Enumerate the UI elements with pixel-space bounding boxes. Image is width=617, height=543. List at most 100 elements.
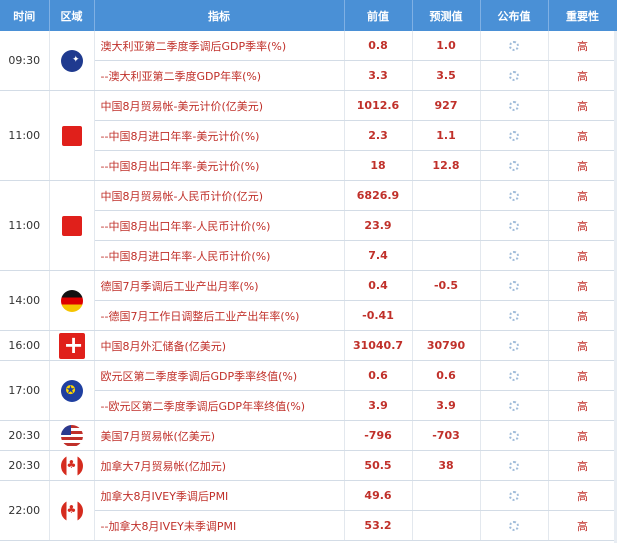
loading-spinner-icon — [509, 311, 519, 321]
actual-value — [480, 90, 549, 121]
table-row[interactable]: 16:00 中国8月外汇储备(亿美元)31040.730790 高 — [0, 330, 617, 361]
region-cell — [49, 90, 95, 181]
event-time: 20:30 — [0, 420, 50, 451]
previous-value: 0.6 — [344, 360, 413, 391]
previous-value: 49.6 — [344, 480, 413, 511]
usa-flag-icon — [60, 424, 83, 447]
region-cell — [49, 420, 95, 451]
indicator-name[interactable]: --欧元区第二季度季调后GDP年率终值(%) — [94, 390, 345, 421]
table-row[interactable]: 11:00 中国8月贸易帐-人民币计价(亿元) 6826.9 高 — [0, 180, 617, 271]
forecast-value — [412, 180, 481, 211]
actual-value — [480, 450, 549, 481]
importance-level: 高 — [548, 270, 617, 301]
previous-value: -0.41 — [344, 300, 413, 331]
importance-level: 高 — [548, 330, 617, 361]
forecast-value: 3.5 — [412, 60, 481, 91]
forecast-value: 12.8 — [412, 150, 481, 181]
actual-value — [480, 31, 549, 61]
indicator-name[interactable]: --中国8月进口年率-美元计价(%) — [94, 120, 345, 151]
header-forecast[interactable]: 预测值 — [412, 0, 481, 31]
table-row[interactable]: 11:00 中国8月贸易帐-美元计价(亿美元) 1012.6 927 高 — [0, 90, 617, 181]
indicator-name[interactable]: --中国8月进口年率-人民币计价(%) — [94, 240, 345, 271]
importance-level: 高 — [548, 210, 617, 241]
china-flag-icon — [61, 215, 82, 236]
indicator-name[interactable]: --澳大利亚第二季度GDP年率(%) — [94, 60, 345, 91]
event-time: 11:00 — [0, 90, 50, 181]
importance-level: 高 — [548, 60, 617, 91]
loading-spinner-icon — [509, 131, 519, 141]
actual-value — [480, 60, 549, 91]
forecast-value: -0.5 — [412, 270, 481, 301]
importance-level: 高 — [548, 480, 617, 511]
indicator-name[interactable]: 欧元区第二季度季调后GDP季率终值(%) — [94, 360, 345, 391]
forecast-value — [412, 480, 481, 511]
previous-value: 6826.9 — [344, 180, 413, 211]
loading-spinner-icon — [509, 41, 519, 51]
previous-value: 7.4 — [344, 240, 413, 271]
table-row[interactable]: 14:00 德国7月季调后工业产出月率(%) 0.4 -0.5 高 — [0, 270, 617, 331]
actual-value — [480, 270, 549, 301]
table-row[interactable]: 20:30 加拿大7月贸易帐(亿加元)50.538 高 — [0, 450, 617, 481]
importance-level: 高 — [548, 390, 617, 421]
forecast-value: 1.1 — [412, 120, 481, 151]
region-cell — [49, 330, 95, 361]
importance-level: 高 — [548, 120, 617, 151]
previous-value: 18 — [344, 150, 413, 181]
importance-level: 高 — [548, 180, 617, 211]
forecast-value — [412, 210, 481, 241]
previous-value: 0.8 — [344, 31, 413, 61]
importance-level: 高 — [548, 150, 617, 181]
germany-flag-icon — [60, 289, 83, 312]
previous-value: 1012.6 — [344, 90, 413, 121]
table-row[interactable]: 17:00欧元区第二季度季调后GDP季率终值(%)0.60.6高 — [0, 360, 617, 421]
table-row[interactable]: 09:30 澳大利亚第二季度季调后GDP季率(%)0.81.0 高 — [0, 31, 617, 91]
indicator-name[interactable]: 中国8月外汇储备(亿美元) — [94, 330, 345, 361]
importance-level: 高 — [548, 510, 617, 541]
forecast-value: 3.9 — [412, 390, 481, 421]
australia-flag-icon — [60, 49, 83, 72]
actual-value — [480, 360, 549, 391]
indicator-name[interactable]: 美国7月贸易帐(亿美元) — [94, 420, 345, 451]
previous-value: 2.3 — [344, 120, 413, 151]
region-cell — [49, 480, 95, 541]
indicator-name[interactable]: --德国7月工作日调整后工业产出年率(%) — [94, 300, 345, 331]
actual-value — [480, 210, 549, 241]
canada-flag-icon — [60, 499, 83, 522]
indicator-name[interactable]: 中国8月贸易帐-人民币计价(亿元) — [94, 180, 345, 211]
indicator-name[interactable]: --加拿大8月IVEY未季调PMI — [94, 510, 345, 541]
actual-value — [480, 180, 549, 211]
header-importance[interactable]: 重要性 — [548, 0, 617, 31]
actual-value — [480, 240, 549, 271]
header-time[interactable]: 时间 — [0, 0, 50, 31]
forecast-value: 927 — [412, 90, 481, 121]
forecast-value — [412, 510, 481, 541]
indicator-name[interactable]: 澳大利亚第二季度季调后GDP季率(%) — [94, 31, 345, 61]
header-actual[interactable]: 公布值 — [480, 0, 549, 31]
china-flag-icon — [61, 125, 82, 146]
importance-level: 高 — [548, 31, 617, 61]
loading-spinner-icon — [509, 71, 519, 81]
canada-flag-icon — [60, 454, 83, 477]
indicator-name[interactable]: 加拿大8月IVEY季调后PMI — [94, 480, 345, 511]
indicator-name[interactable]: --中国8月出口年率-人民币计价(%) — [94, 210, 345, 241]
indicator-name[interactable]: 中国8月贸易帐-美元计价(亿美元) — [94, 90, 345, 121]
forecast-value: 30790 — [412, 330, 481, 361]
importance-level: 高 — [548, 90, 617, 121]
event-time: 22:00 — [0, 480, 50, 541]
event-time: 14:00 — [0, 270, 50, 331]
forecast-value — [412, 240, 481, 271]
table-row[interactable]: 22:00 加拿大8月IVEY季调后PMI49.6 高 — [0, 480, 617, 541]
indicator-name[interactable]: --中国8月出口年率-美元计价(%) — [94, 150, 345, 181]
header-previous[interactable]: 前值 — [344, 0, 413, 31]
header-region[interactable]: 区域 — [49, 0, 95, 31]
event-time: 11:00 — [0, 180, 50, 271]
indicator-name[interactable]: 加拿大7月贸易帐(亿加元) — [94, 450, 345, 481]
table-row[interactable]: 20:30 美国7月贸易帐(亿美元) -796 -703 高 — [0, 420, 617, 451]
indicator-name[interactable]: 德国7月季调后工业产出月率(%) — [94, 270, 345, 301]
previous-value: -796 — [344, 420, 413, 451]
actual-value — [480, 480, 549, 511]
previous-value: 31040.7 — [344, 330, 413, 361]
header-indicator[interactable]: 指标 — [94, 0, 345, 31]
importance-level: 高 — [548, 240, 617, 271]
loading-spinner-icon — [509, 221, 519, 231]
